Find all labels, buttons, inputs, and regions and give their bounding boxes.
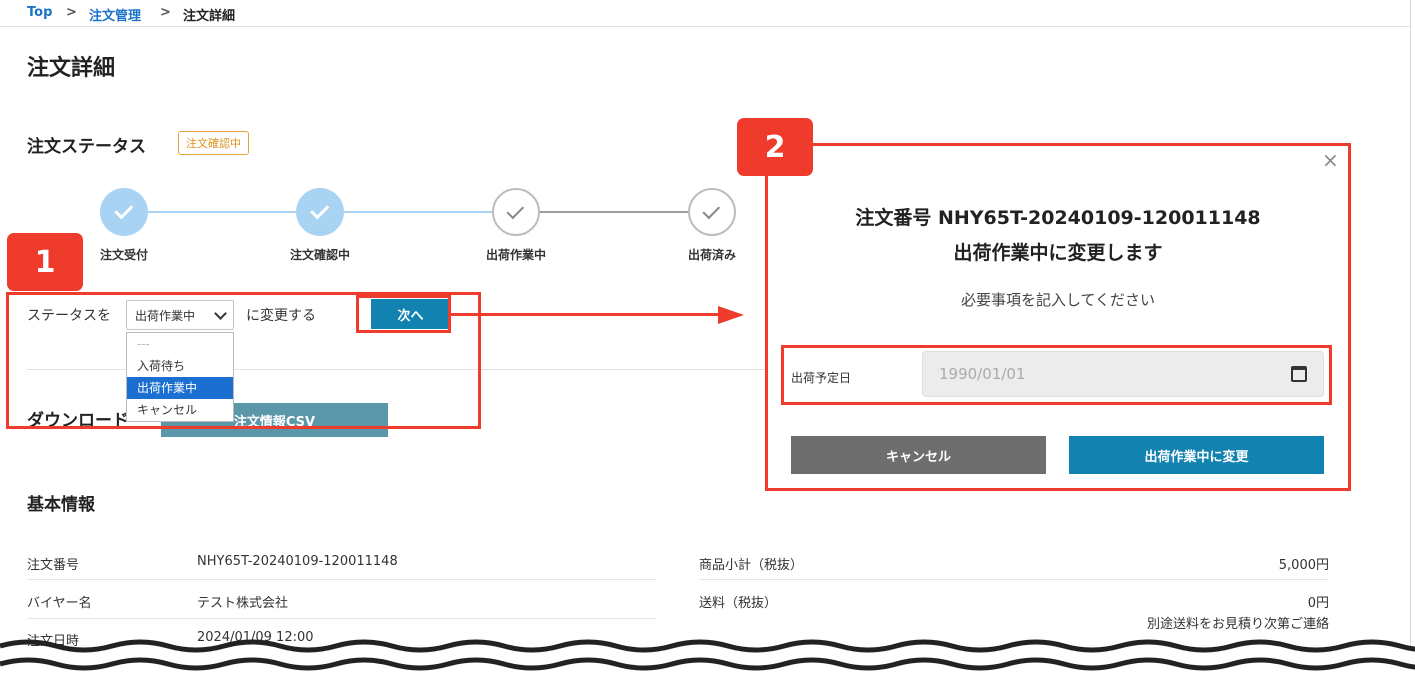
step-3-check-icon	[492, 188, 540, 236]
close-icon[interactable]: ×	[1322, 148, 1339, 172]
row-divider	[27, 618, 657, 619]
breadcrumb-current: 注文詳細	[183, 9, 236, 24]
ship-date-label: 出荷予定日	[791, 371, 852, 385]
calendar-icon[interactable]	[1291, 366, 1307, 382]
modal-heading-action: 出荷作業中に変更します	[953, 242, 1163, 264]
torn-edge-wave	[0, 639, 1415, 675]
info-label: 送料（税抜）	[699, 596, 778, 611]
cancel-button[interactable]: キャンセル	[791, 436, 1046, 474]
callout-1-badge: 1	[7, 233, 83, 291]
breadcrumb-orders-link[interactable]: 注文管理	[89, 5, 141, 24]
step-connector	[148, 211, 296, 213]
next-button-highlight	[356, 295, 451, 333]
status-section-title: 注文ステータス	[27, 137, 146, 157]
info-label: 注文番号	[27, 558, 80, 573]
row-divider	[27, 579, 657, 580]
order-number-value: NHY65T-20240109-120011148	[197, 554, 398, 569]
dropdown-option-selected[interactable]: 出荷作業中	[127, 377, 233, 399]
row-divider	[699, 579, 1329, 580]
shipping-note: 別途送料をお見積り次第ご連絡	[1146, 617, 1329, 632]
callout-2-badge: 2	[737, 118, 813, 176]
confirm-shipping-button[interactable]: 出荷作業中に変更	[1069, 436, 1324, 474]
breadcrumb-top-link[interactable]: Top	[27, 5, 52, 20]
dropdown-option[interactable]: キャンセル	[127, 399, 233, 421]
step-label: 出荷済み	[687, 248, 736, 262]
step-label: 出荷作業中	[485, 248, 546, 262]
ship-date-placeholder: 1990/01/01	[939, 365, 1026, 383]
breadcrumb-separator: >	[66, 5, 77, 20]
step-connector	[540, 211, 688, 213]
step-2-check-icon	[296, 188, 344, 236]
info-label: 商品小計（税抜）	[699, 558, 804, 573]
basic-info-title: 基本情報	[27, 495, 95, 515]
ship-date-input[interactable]: 1990/01/01	[922, 351, 1324, 397]
step-1-check-icon	[100, 188, 148, 236]
breadcrumb-separator: >	[160, 5, 171, 20]
callout-arrow-icon	[718, 306, 744, 324]
shipping-value: 0円	[1307, 596, 1329, 611]
buyer-name-value: テスト株式会社	[197, 596, 289, 611]
dropdown-option[interactable]: 入荷待ち	[127, 355, 233, 377]
modal-subtext: 必要事項を記入してください	[960, 291, 1156, 309]
step-4-check-icon	[688, 188, 736, 236]
status-badge: 注文確認中	[178, 131, 249, 155]
callout-arrow-line	[450, 313, 720, 316]
subtotal-value: 5,000円	[1278, 558, 1329, 573]
status-dropdown: --- 入荷待ち 出荷作業中 キャンセル	[126, 332, 234, 422]
page-title: 注文詳細	[27, 56, 116, 81]
step-label: 注文確認中	[289, 248, 350, 262]
step-connector	[344, 211, 492, 213]
modal-heading-order: 注文番号 NHY65T-20240109-120011148	[855, 207, 1261, 229]
dropdown-option[interactable]: ---	[127, 333, 233, 355]
info-label: バイヤー名	[27, 596, 92, 611]
